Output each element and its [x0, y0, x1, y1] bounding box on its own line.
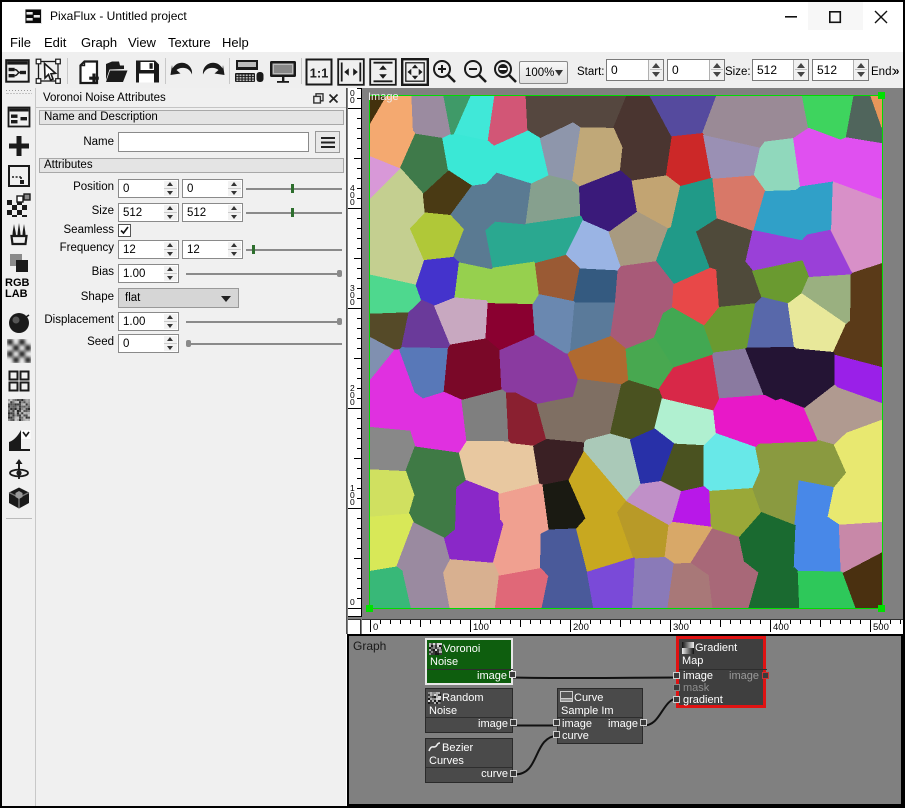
- svg-text:1:1: 1:1: [310, 66, 329, 81]
